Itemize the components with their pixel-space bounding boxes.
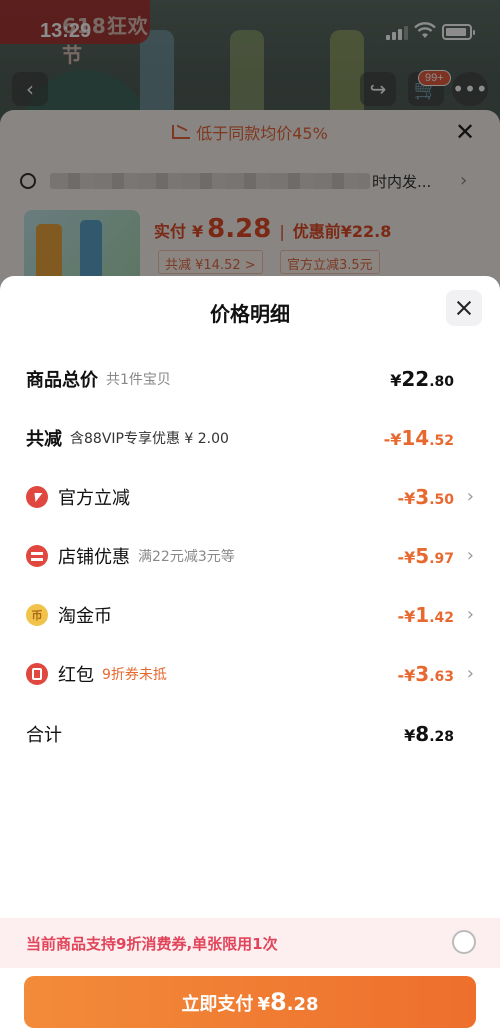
row-note: 9折券未抵 [102, 667, 167, 683]
row-store-discount[interactable]: 店铺优惠 满22元减3元等 -¥ 5.97 › [26, 541, 474, 571]
row-note: 共1件宝贝 [106, 372, 171, 388]
price-detail-sheet: 价格明细 商品总价 共1件宝贝 ¥22.80 共减 含88VIP专享优惠 ¥ 2… [0, 276, 500, 1036]
pay-button-currency: ¥ [257, 994, 270, 1015]
chevron-right-icon: › [466, 486, 474, 507]
row-label: 淘金币 [58, 606, 112, 627]
row-subtotal: 合计 ¥8.28 [26, 719, 474, 749]
row-coins[interactable]: 币 淘金币 -¥ 1.42 › [26, 600, 474, 630]
coin-icon: 币 [26, 604, 48, 626]
row-label: 红包 [58, 665, 94, 686]
store-icon [26, 545, 48, 567]
row-note: 含88VIP专享优惠 ¥ 2.00 [70, 431, 229, 447]
chevron-right-icon: › [466, 545, 474, 566]
sheet-title: 价格明细 [210, 302, 290, 326]
row-total-price: 商品总价 共1件宝贝 ¥22.80 [26, 364, 474, 394]
red-packet-icon [26, 663, 48, 685]
row-value: -¥ 1.42 [397, 603, 454, 627]
row-label: 店铺优惠 [58, 547, 130, 568]
row-label: 商品总价 [26, 370, 98, 391]
row-note: 满22元减3元等 [138, 549, 235, 565]
row-value: -¥ 14.52 [383, 426, 454, 450]
voucher-radio[interactable] [452, 930, 476, 954]
row-total-reduction: 共减 含88VIP专享优惠 ¥ 2.00 -¥ 14.52 [26, 423, 474, 453]
voucher-notice: 当前商品支持9折消费券,单张限用1次 [0, 918, 500, 968]
close-button[interactable] [446, 290, 482, 326]
row-value: -¥ 3.63 [397, 662, 454, 686]
row-value: -¥ 3.50 [397, 485, 454, 509]
pay-button-int: 8 [269, 988, 287, 1016]
row-red-packet[interactable]: 红包 9折券未抵 -¥ 3.63 › [26, 659, 474, 689]
row-value: ¥8.28 [404, 722, 454, 746]
row-label: 共减 [26, 429, 62, 450]
row-label: 官方立减 [58, 488, 130, 509]
row-official-discount[interactable]: 官方立减 -¥ 3.50 › [26, 482, 474, 512]
lightning-icon [26, 486, 48, 508]
chevron-right-icon: › [466, 604, 474, 625]
pay-button-label: 立即支付 [181, 994, 254, 1015]
row-value: ¥22.80 [390, 367, 454, 391]
row-label: 合计 [26, 725, 62, 746]
pay-button-dec: .28 [286, 994, 319, 1015]
row-value: -¥ 5.97 [397, 544, 454, 568]
chevron-right-icon: › [466, 663, 474, 684]
pay-now-button[interactable]: 立即支付 ¥ 8 .28 [24, 976, 476, 1028]
